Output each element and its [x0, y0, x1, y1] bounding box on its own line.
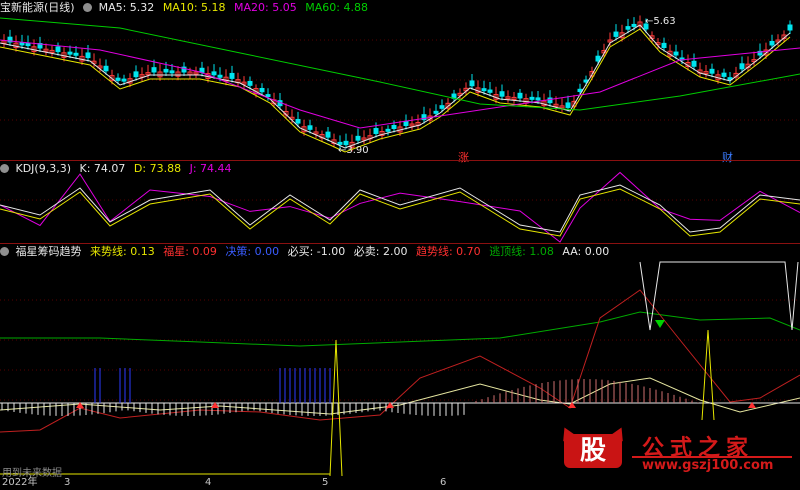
- candle-body: [631, 23, 637, 27]
- ind-laishi-label: 来势线: 0.13: [90, 245, 155, 258]
- candle-body: [217, 74, 223, 78]
- low-price-label: ←3.90: [338, 145, 369, 156]
- candle-body: [307, 125, 313, 130]
- ind-aa-label: AA: 0.00: [562, 245, 610, 258]
- pane-divider-2: [0, 243, 800, 244]
- candle-body: [25, 42, 31, 47]
- candle-body: [487, 89, 493, 93]
- kdj-j-line: [0, 171, 800, 243]
- indicator-title: 福星筹码趋势: [15, 245, 82, 258]
- kdj-title: KDJ(9,3,3): [15, 162, 72, 175]
- watermark: 股 公式之家 www.gszj100.com: [556, 428, 800, 476]
- candle-body: [481, 88, 487, 92]
- candle-body: [151, 67, 157, 73]
- finance-marker[interactable]: 财: [722, 149, 733, 165]
- axis-label: 3: [64, 477, 71, 488]
- ind-trend-label: 趋势线: 0.70: [415, 245, 481, 258]
- candle-body: [613, 31, 619, 37]
- ind-bimai2-label: 必卖: 2.00: [353, 245, 408, 258]
- candle-body: [103, 65, 109, 72]
- trend-line: [0, 289, 800, 433]
- escape-line: [0, 311, 800, 347]
- candle-body: [691, 60, 697, 67]
- candle-body: [121, 78, 127, 82]
- candle-body: [469, 80, 475, 87]
- candle-body: [229, 72, 235, 79]
- candle-body: [709, 68, 715, 74]
- candle-body: [739, 63, 745, 70]
- kdj-k-label: K: 74.07: [79, 162, 126, 175]
- axis-label: 2022年: [2, 477, 38, 488]
- candle-body: [325, 131, 331, 138]
- time-axis: 2022年 3 4 5 6: [0, 476, 800, 490]
- sell-arrow-icon: [655, 320, 665, 328]
- candle-body: [163, 68, 169, 73]
- candle-body: [19, 42, 25, 46]
- candle-body: [247, 80, 253, 86]
- candle-body: [499, 91, 505, 97]
- ind-juece-label: 决策: 0.00: [225, 245, 280, 258]
- axis-label: 4: [205, 477, 212, 488]
- kdj-pane-header: KDJ(9,3,3) K: 74.07 D: 73.88 J: 74.44: [0, 162, 237, 176]
- watermark-url: www.gszj100.com: [642, 458, 774, 473]
- candle-body: [133, 71, 139, 78]
- candle-body: [595, 55, 601, 62]
- ind-fuxing-label: 福星: 0.09: [163, 245, 217, 258]
- candle-body: [55, 46, 61, 53]
- ma60-label: MA60: 4.88: [305, 1, 368, 14]
- ma20-label: MA20: 5.05: [234, 1, 297, 14]
- candle-body: [373, 128, 379, 134]
- candle-body: [673, 51, 679, 56]
- axis-label: 5: [322, 477, 329, 488]
- candle-body: [439, 105, 445, 109]
- candle-body: [73, 52, 79, 56]
- candle-body: [565, 102, 571, 108]
- candle-body: [169, 70, 175, 74]
- candle-body: [547, 97, 553, 104]
- candle-body: [403, 120, 409, 127]
- ma5-line: [0, 24, 791, 149]
- settings-dot-icon[interactable]: [0, 247, 9, 256]
- candle-body: [67, 51, 73, 55]
- settings-dot-icon[interactable]: [0, 164, 9, 173]
- candle-body: [115, 77, 121, 81]
- watermark-logo: 股: [564, 434, 622, 468]
- kdj-d-label: D: 73.88: [133, 162, 182, 175]
- candle-body: [391, 125, 397, 129]
- axis-label: 6: [440, 477, 447, 488]
- candle-body: [85, 52, 91, 59]
- settings-dot-icon[interactable]: [83, 3, 93, 12]
- high-price-label: ←5.63: [645, 16, 676, 27]
- candle-body: [625, 26, 631, 30]
- candle-body: [769, 40, 775, 46]
- ind-bimai-label: 必买: -1.00: [287, 245, 346, 258]
- candle-body: [385, 128, 391, 132]
- candle-body: [517, 92, 523, 99]
- ma5-label: MA5: 5.32: [98, 1, 155, 14]
- indicator-pane-header: 福星筹码趋势 来势线: 0.13 福星: 0.09 决策: 0.00 必买: -…: [0, 245, 614, 259]
- main-pane-header: 宝新能源(日线) MA5: 5.32 MA10: 5.18 MA20: 5.05…: [0, 1, 373, 15]
- candle-body: [661, 42, 667, 48]
- candle-body: [529, 96, 535, 100]
- candle-body: [433, 110, 439, 114]
- ma10-label: MA10: 5.18: [162, 1, 226, 14]
- candle-body: [265, 94, 271, 98]
- candle-body: [721, 72, 727, 77]
- stock-chart-window[interactable]: 宝新能源(日线) MA5: 5.32 MA10: 5.18 MA20: 5.05…: [0, 0, 800, 490]
- kdj-j-label: J: 74.44: [189, 162, 232, 175]
- stock-name: 宝新能源(日线): [0, 1, 75, 14]
- kdj-d-line: [0, 188, 800, 237]
- rise-marker[interactable]: 涨: [458, 149, 469, 165]
- candle-body: [535, 97, 541, 101]
- ind-escape-label: 逃顶线: 1.08: [489, 245, 554, 258]
- candle-body: [259, 87, 265, 93]
- candle-body: [577, 88, 583, 92]
- candle-body: [787, 24, 793, 31]
- candle-body: [211, 71, 217, 76]
- pane-divider-1: [0, 160, 800, 161]
- candle-body: [355, 135, 361, 141]
- ma10-line: [0, 28, 791, 153]
- ma20-line: [0, 39, 800, 129]
- candle-body: [295, 118, 301, 124]
